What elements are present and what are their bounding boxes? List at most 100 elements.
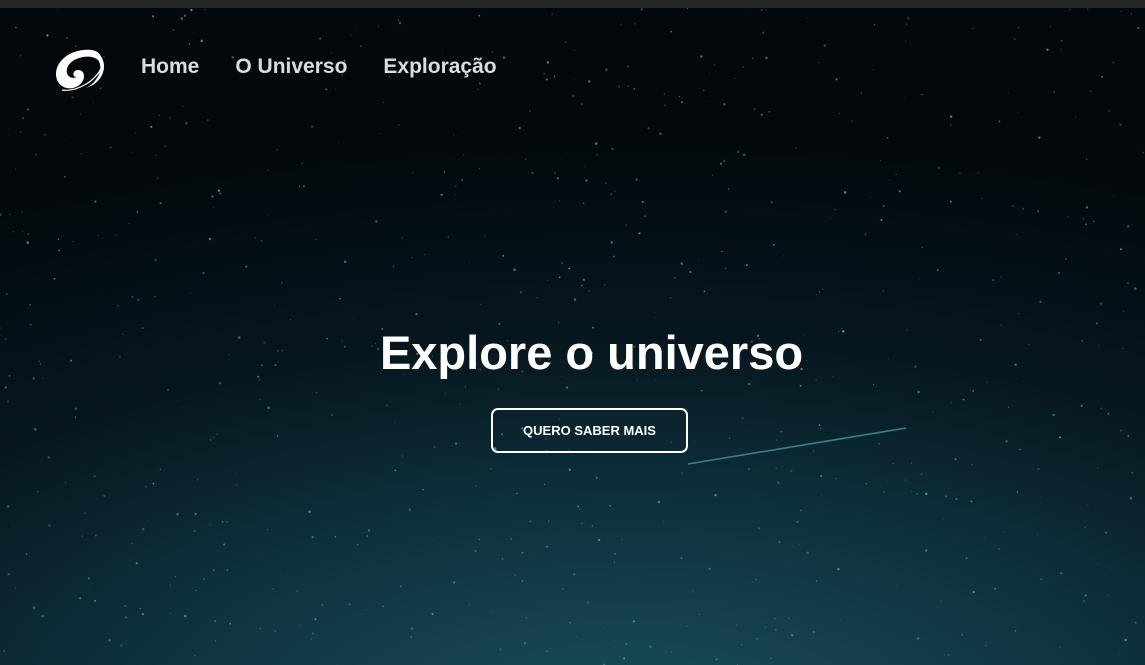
star	[203, 578, 205, 580]
star	[680, 101, 684, 104]
star	[1022, 207, 1025, 210]
star	[94, 200, 97, 203]
star	[281, 282, 283, 284]
star	[753, 108, 756, 111]
star	[573, 49, 575, 52]
star	[397, 19, 400, 21]
star	[820, 427, 822, 429]
star	[708, 567, 711, 571]
star	[635, 178, 638, 181]
star	[547, 520, 550, 522]
star	[812, 630, 815, 634]
star	[1080, 404, 1083, 407]
star	[722, 159, 726, 162]
star	[544, 483, 546, 486]
star	[382, 101, 384, 104]
star	[1097, 563, 1099, 565]
star	[573, 78, 575, 80]
star	[1134, 621, 1137, 624]
star	[578, 508, 581, 510]
star	[1122, 311, 1124, 312]
star	[183, 614, 187, 618]
star	[135, 562, 138, 565]
star	[880, 218, 883, 222]
star	[1060, 39, 1063, 42]
star	[620, 23, 622, 25]
star	[708, 101, 710, 103]
star	[334, 535, 337, 538]
star	[618, 85, 621, 88]
star	[546, 61, 550, 64]
star	[835, 477, 838, 480]
star	[961, 633, 963, 636]
star	[453, 581, 456, 584]
star	[910, 490, 912, 492]
star	[180, 17, 183, 20]
star	[255, 237, 257, 239]
star	[546, 280, 548, 281]
star	[459, 403, 461, 405]
star	[311, 535, 314, 539]
star	[581, 522, 583, 524]
star	[117, 304, 120, 307]
star	[1017, 26, 1020, 29]
star	[189, 292, 191, 294]
nav-exploracao[interactable]: Exploração	[383, 55, 496, 79]
star	[878, 442, 880, 445]
star	[945, 495, 947, 498]
star	[815, 580, 818, 582]
main-nav: Home O Universo Exploração	[141, 55, 497, 79]
nav-o-universo[interactable]: O Universo	[235, 55, 347, 79]
star	[613, 552, 617, 555]
star	[936, 268, 939, 271]
star	[678, 95, 680, 98]
star	[898, 190, 901, 193]
star	[1100, 407, 1102, 409]
star	[568, 267, 571, 270]
star	[905, 23, 908, 25]
star	[154, 258, 157, 261]
star	[1008, 406, 1010, 408]
star	[259, 398, 261, 400]
star	[34, 428, 37, 431]
star	[144, 485, 147, 488]
star	[521, 551, 524, 554]
star	[581, 284, 583, 287]
star	[1120, 429, 1122, 432]
star	[12, 230, 15, 233]
galaxy-swirl-icon[interactable]	[52, 46, 106, 92]
star	[561, 157, 563, 159]
star	[399, 585, 402, 588]
star	[612, 255, 615, 258]
star	[954, 458, 957, 461]
star	[334, 88, 336, 90]
star	[1017, 112, 1019, 114]
star	[245, 265, 248, 268]
star	[46, 34, 49, 37]
star	[910, 462, 912, 464]
star	[330, 414, 333, 416]
star	[657, 500, 661, 504]
star	[159, 202, 162, 205]
star	[627, 85, 629, 87]
star	[74, 416, 77, 418]
star	[724, 267, 727, 270]
star	[818, 424, 821, 427]
learn-more-button[interactable]: QUERO SABER MAIS	[491, 408, 688, 453]
star	[551, 13, 553, 15]
star	[529, 110, 531, 112]
star	[521, 580, 524, 583]
star	[983, 537, 985, 539]
star	[1058, 436, 1062, 439]
star	[649, 645, 652, 648]
star	[336, 663, 338, 665]
star	[962, 398, 965, 401]
star	[595, 476, 598, 479]
nav-home[interactable]: Home	[141, 55, 199, 79]
star	[955, 497, 958, 500]
star	[229, 622, 232, 625]
star	[734, 77, 736, 80]
star	[1014, 630, 1017, 632]
star	[686, 8, 688, 10]
star	[312, 632, 315, 635]
